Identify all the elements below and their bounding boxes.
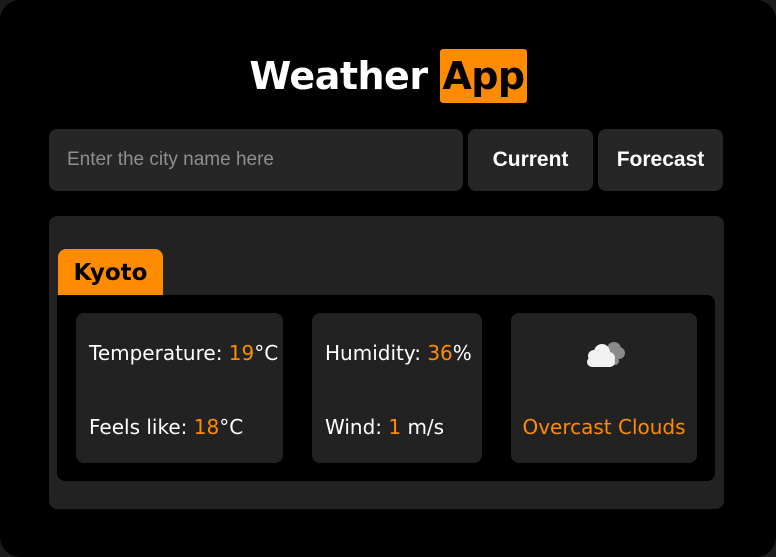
title-main: Weather [249, 54, 428, 98]
feels-like-value: 18 [193, 415, 220, 439]
humidity-line: Humidity: 36% [325, 341, 472, 365]
current-button[interactable]: Current [468, 129, 593, 191]
overcast-clouds-icon [587, 342, 625, 367]
wind-label: Wind: [325, 415, 389, 439]
condition-card: Overcast Clouds [511, 313, 697, 463]
weather-panel: Kyoto Temperature: 19°C Feels like: 18°C… [49, 216, 724, 509]
wind-line: Wind: 1 m/s [325, 415, 444, 439]
temperature-line: Temperature: 19°C [89, 341, 278, 365]
temperature-label: Temperature: [89, 341, 229, 365]
feels-like-label: Feels like: [89, 415, 194, 439]
app-window: Weather App Current Forecast Kyoto Tempe… [0, 0, 776, 557]
forecast-button[interactable]: Forecast [598, 129, 723, 191]
feels-like-unit: °C [219, 415, 244, 439]
city-search-input[interactable] [49, 129, 463, 191]
city-tab: Kyoto [58, 249, 163, 295]
temperature-unit: °C [254, 341, 279, 365]
temperature-value: 19 [228, 341, 255, 365]
temperature-card: Temperature: 19°C Feels like: 18°C [76, 313, 283, 463]
humidity-unit: % [452, 341, 472, 365]
condition-description: Overcast Clouds [522, 415, 686, 439]
humidity-value: 36 [427, 341, 453, 365]
humidity-label: Humidity: [325, 341, 428, 365]
humidity-wind-card: Humidity: 36% Wind: 1 m/s [312, 313, 482, 463]
wind-value: 1 [388, 415, 402, 439]
wind-unit: m/s [401, 415, 445, 439]
feels-like-line: Feels like: 18°C [89, 415, 243, 439]
title-accent: App [440, 49, 527, 103]
page-title: Weather App [0, 48, 776, 104]
weather-details: Temperature: 19°C Feels like: 18°C Humid… [57, 295, 715, 481]
